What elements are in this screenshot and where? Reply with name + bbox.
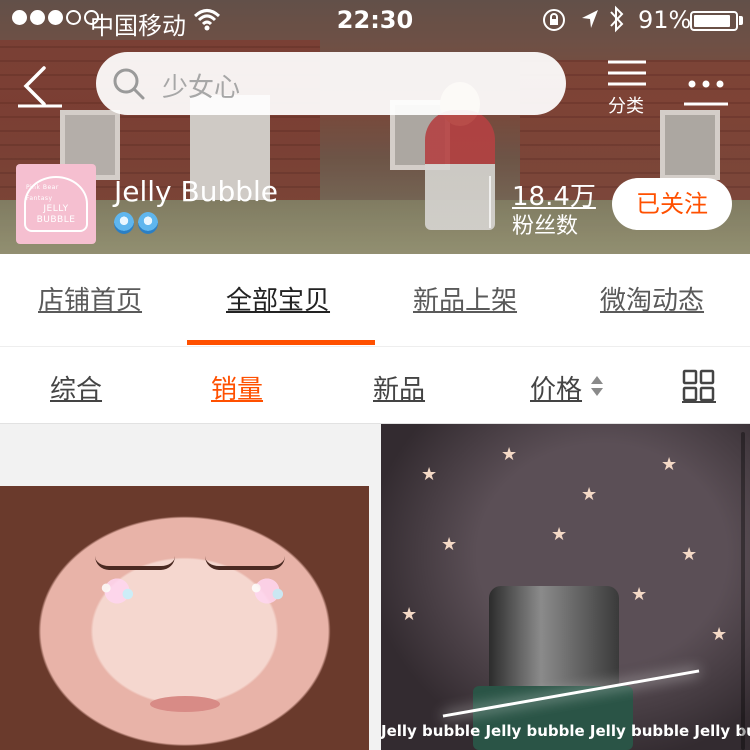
shop-tabs: 店铺首页 全部宝贝 新品上架 微淘动态 bbox=[0, 254, 750, 346]
sort-arrows-icon bbox=[591, 376, 603, 396]
shop-rating bbox=[114, 212, 158, 234]
product-watermark: Jelly bubble Jelly bubble Jelly bubble J… bbox=[381, 722, 750, 740]
crown-icon bbox=[138, 212, 158, 234]
product-card-image[interactable]: ★ ★ ★ ★ ★ ★ ★ ★ ★ ★ Jelly bubble Jelly b… bbox=[381, 424, 750, 750]
tab-weitao-feed[interactable]: 微淘动态 bbox=[600, 280, 704, 317]
battery-icon bbox=[690, 11, 738, 31]
bluetooth-icon bbox=[610, 5, 624, 33]
active-tab-indicator bbox=[187, 340, 375, 345]
battery-percentage: 91% bbox=[638, 6, 692, 34]
crown-icon bbox=[114, 212, 134, 234]
tab-shop-home[interactable]: 店铺首页 bbox=[38, 280, 142, 317]
search-placeholder: 少女心 bbox=[162, 73, 241, 103]
product-card-image[interactable] bbox=[0, 486, 369, 750]
more-options-icon[interactable] bbox=[682, 72, 730, 108]
shop-header-banner: 中国移动 22:30 91% 少女心 分类 Pink Bear Fantasy … bbox=[0, 0, 750, 254]
sort-new[interactable]: 新品 bbox=[373, 369, 425, 406]
sort-bar: 综合 销量 新品 价格 bbox=[0, 346, 750, 424]
search-input[interactable]: 少女心 bbox=[96, 52, 566, 115]
status-bar: 中国移动 22:30 91% bbox=[0, 0, 750, 40]
rotation-lock-icon bbox=[543, 9, 565, 31]
scrollbar[interactable] bbox=[741, 432, 745, 750]
location-icon bbox=[582, 10, 598, 28]
shop-logo-badge: Pink Bear Fantasy JELLY BUBBLE bbox=[24, 176, 88, 232]
list-icon bbox=[608, 60, 646, 86]
search-icon bbox=[113, 68, 145, 100]
battery-fill bbox=[694, 15, 730, 27]
back-arrow-icon[interactable] bbox=[14, 62, 64, 108]
fans-label: 粉丝数 bbox=[512, 214, 579, 239]
shop-logo[interactable]: Pink Bear Fantasy JELLY BUBBLE bbox=[16, 164, 96, 244]
follow-button[interactable]: 已关注 bbox=[612, 178, 732, 230]
grid-view-icon[interactable] bbox=[682, 369, 716, 403]
sort-comprehensive[interactable]: 综合 bbox=[50, 369, 102, 406]
category-button[interactable]: 分类 bbox=[600, 58, 652, 117]
category-label: 分类 bbox=[608, 96, 644, 117]
tab-new-arrivals[interactable]: 新品上架 bbox=[413, 280, 517, 317]
sort-price[interactable]: 价格 bbox=[530, 369, 582, 406]
shop-name[interactable]: Jelly Bubble bbox=[114, 175, 278, 208]
tab-all-items[interactable]: 全部宝贝 bbox=[226, 280, 330, 317]
sort-sales[interactable]: 销量 bbox=[211, 369, 263, 406]
product-grid: ★ ★ ★ ★ ★ ★ ★ ★ ★ ★ Jelly bubble Jelly b… bbox=[0, 424, 750, 750]
divider bbox=[489, 176, 491, 228]
